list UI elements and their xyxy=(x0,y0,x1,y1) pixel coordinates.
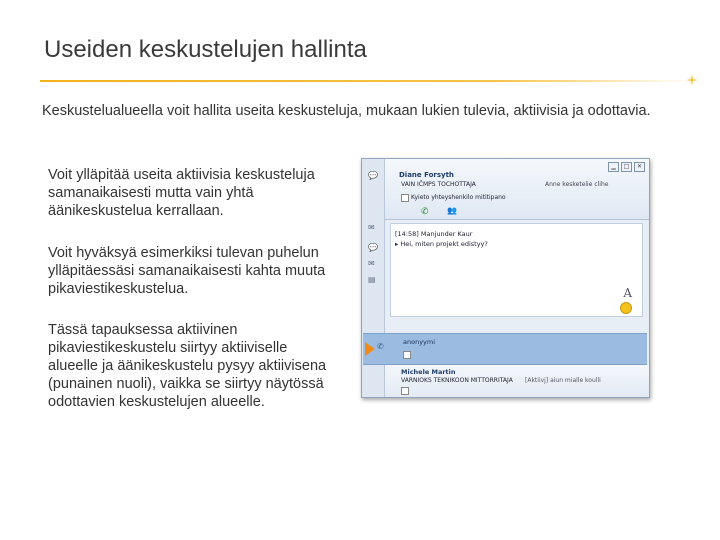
phone-icon[interactable]: ✆ xyxy=(421,207,429,217)
mail-icon[interactable]: ✉ xyxy=(368,259,375,268)
active-conversation-header[interactable]: ▁ □ ✕ Diane Forsyth VAIN IČMPS TOCHOTTAJ… xyxy=(385,159,649,220)
conversation-meta: Anne kesketelie clihe xyxy=(545,181,609,188)
note-icon[interactable]: ✉ xyxy=(368,223,375,232)
phone-icon[interactable]: ✆ xyxy=(377,342,384,351)
paragraph-1: Voit ylläpitää useita aktiivisia keskust… xyxy=(48,167,315,219)
chat-icon[interactable]: 💬 xyxy=(368,243,378,252)
minimize-button[interactable]: ▁ xyxy=(608,162,619,172)
file-icon[interactable]: ▤ xyxy=(368,275,376,284)
conversation-window-screenshot: 💬 ✉ 💬 ✉ ▤ ▁ □ ✕ Diane Forsyth VAIN IČMPS… xyxy=(361,158,650,398)
slide-title: Useiden keskustelujen hallinta xyxy=(44,36,367,63)
emoticon-icon[interactable] xyxy=(620,302,632,314)
contact-status: VARNIOKS TEKNIKOON MITTORRITAJA xyxy=(401,377,513,384)
message-line: [14:58] Manjunder Kaur xyxy=(395,230,473,238)
paragraph-2: Voit hyväksyä esimerkiksi tulevan puhelu… xyxy=(48,245,326,297)
arrow-indicator-icon xyxy=(365,342,375,356)
sparkle-icon xyxy=(686,74,698,86)
waiting-conversation-row[interactable]: Michele Martin VARNIOKS TEKNIKOON MITTOR… xyxy=(385,365,649,397)
conversation-meta: [Aktiivj] aiun mialle koulli xyxy=(525,377,601,384)
anonymous-contact: anonyymi xyxy=(403,338,436,346)
window-controls: ▁ □ ✕ xyxy=(608,162,645,172)
people-icon[interactable]: 👥 xyxy=(447,206,457,215)
conversation-subject: Kyieto yhteyshenkilo mititipano xyxy=(411,194,506,201)
row-checkbox[interactable] xyxy=(403,351,411,359)
contact-name[interactable]: Diane Forsyth xyxy=(399,171,454,179)
close-button[interactable]: ✕ xyxy=(634,162,645,172)
intro-text: Keskustelualueella voit hallita useita k… xyxy=(42,103,651,119)
message-line: ▸ Hei, miten projekt edistyy? xyxy=(395,240,488,248)
font-button[interactable]: A xyxy=(623,286,632,300)
message-area[interactable]: [14:58] Manjunder Kaur ▸ Hei, miten proj… xyxy=(390,223,643,317)
paragraph-3: Tässä tapauksessa aktiivinen pikaviestik… xyxy=(48,322,327,410)
row-checkbox[interactable] xyxy=(401,387,409,395)
contact-status: VAIN IČMPS TOCHOTTAJA xyxy=(401,181,476,188)
subject-checkbox[interactable] xyxy=(401,194,409,202)
contact-name[interactable]: Michele Martin xyxy=(401,368,456,376)
title-rule xyxy=(40,80,694,82)
maximize-button[interactable]: □ xyxy=(621,162,632,172)
active-conversation-row[interactable]: ✆ anonyymi xyxy=(363,333,647,365)
chat-icon[interactable]: 💬 xyxy=(368,171,378,180)
